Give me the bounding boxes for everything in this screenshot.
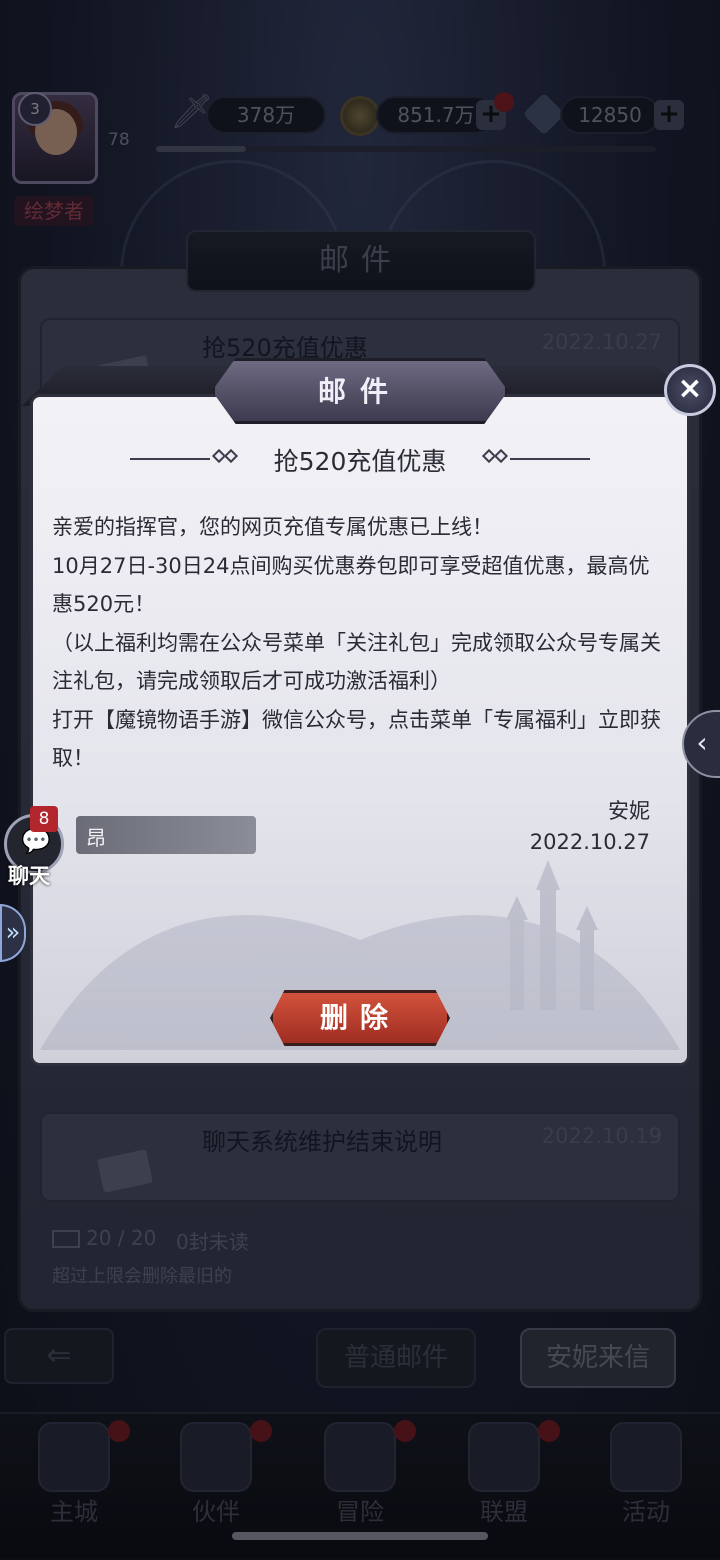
mail-sender: 安妮 bbox=[608, 799, 650, 823]
mail-body-paragraph: 10月27日-30日24点间购买优惠券包即可享受超值优惠，最高优惠520元！ bbox=[52, 553, 650, 617]
mail-date: 2022.10.27 bbox=[529, 830, 650, 854]
divider bbox=[510, 458, 590, 460]
close-button[interactable]: × bbox=[664, 364, 716, 416]
close-icon: × bbox=[677, 371, 703, 406]
mail-subject: 抢520充值优惠 bbox=[273, 447, 447, 476]
chevron-left-icon: ‹ bbox=[696, 726, 708, 759]
mail-body-paragraph: 打开【魔镜物语手游】微信公众号，点击菜单「专属福利」立即获取！ bbox=[52, 707, 661, 771]
modal-title: 邮件 bbox=[212, 358, 508, 424]
mail-body: 亲爱的指挥官，您的网页充值专属优惠已上线！ 10月27日-30日24点间购买优惠… bbox=[52, 508, 668, 778]
delete-button[interactable]: 删除 bbox=[270, 990, 450, 1046]
double-chevron-right-icon: » bbox=[5, 918, 21, 946]
mail-body-paragraph: （以上福利均需在公众号菜单「关注礼包」完成领取公众号专属关注礼包，请完成领取后才… bbox=[52, 630, 661, 694]
chat-unread-badge: 8 bbox=[30, 806, 58, 832]
mail-body-paragraph: 亲爱的指挥官，您的网页充值专属优惠已上线！ bbox=[52, 515, 493, 539]
chat-label: 聊天 bbox=[8, 864, 50, 888]
chat-ticker-text: 昂 bbox=[86, 826, 106, 850]
